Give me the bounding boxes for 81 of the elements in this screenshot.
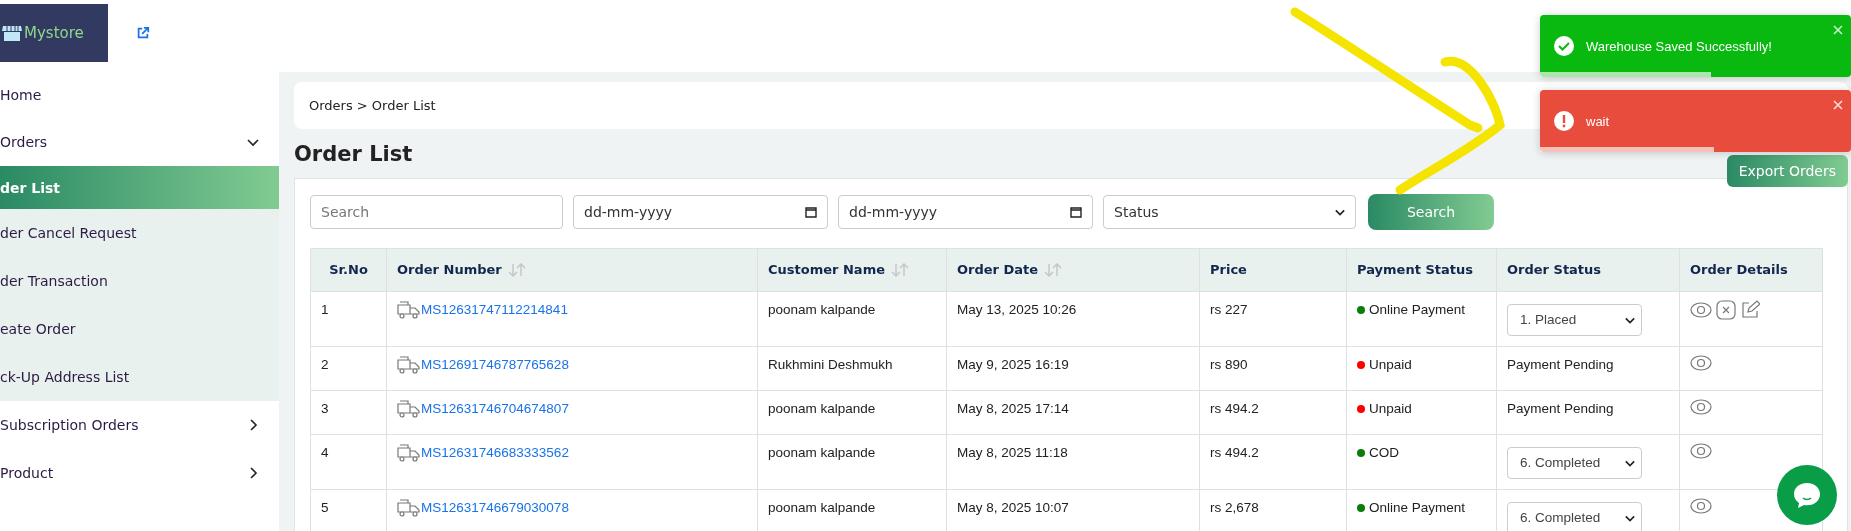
order-number-link[interactable]: MS12631746683333562 [421, 443, 569, 463]
sidebar-item[interactable]: Product [0, 449, 279, 497]
order-status-dropdown[interactable]: 6. Completed [1507, 447, 1642, 479]
table-cell: rs 494.2 [1199, 390, 1347, 435]
column-header: Customer Name [757, 248, 947, 292]
payment-status: Online Payment [1369, 499, 1466, 517]
close-icon[interactable] [1716, 300, 1736, 320]
truck-icon [397, 444, 421, 462]
sidebar-item[interactable]: Orders [0, 118, 279, 166]
table-cell: 2 [310, 346, 387, 391]
edit-icon[interactable] [1740, 300, 1760, 320]
table-cell: May 13, 2025 10:26 [946, 291, 1200, 347]
date-field[interactable]: dd-mm-yyyy [573, 195, 828, 229]
sidebar-subitem[interactable]: der Transaction [0, 257, 279, 305]
eye-icon[interactable] [1690, 443, 1712, 459]
column-header: Payment Status [1346, 248, 1497, 292]
table-cell: May 8, 2025 17:14 [946, 390, 1200, 435]
payment-status: COD [1369, 444, 1399, 462]
table-cell: poonam kalpande [757, 434, 947, 490]
table-cell: 4 [310, 434, 387, 490]
column-header: Order Status [1496, 248, 1680, 292]
truck-icon [397, 301, 421, 319]
order-number-link[interactable]: MS12631747112214841 [421, 300, 568, 320]
sidebar-item[interactable]: Subscription Orders [0, 401, 279, 449]
table-cell: 1 [310, 291, 387, 347]
column-header: Price [1199, 248, 1347, 292]
calendar-icon [1070, 206, 1082, 218]
table-cell: 5 [310, 489, 387, 531]
sidebar-subitem[interactable]: eate Order [0, 305, 279, 353]
column-header: Sr.No [310, 248, 387, 292]
eye-icon[interactable] [1690, 498, 1712, 514]
chevron-icon [1625, 315, 1635, 325]
eye-icon[interactable] [1690, 399, 1712, 415]
sidebar-subitem[interactable]: der Cancel Request [0, 209, 279, 257]
table-cell: poonam kalpande [757, 291, 947, 347]
order-number-link[interactable]: MS12691746787765628 [421, 355, 569, 375]
page-title: Order List [294, 142, 413, 166]
calendar-icon [805, 206, 817, 218]
order-status-dropdown[interactable]: 1. Placed [1507, 304, 1642, 336]
search-field[interactable]: Search [310, 195, 563, 229]
truck-icon [397, 499, 421, 517]
order-status-dropdown[interactable]: 6. Completed [1507, 502, 1642, 531]
alert-circle-icon [1554, 111, 1574, 131]
payment-status: Unpaid [1369, 400, 1412, 418]
order-status: Payment Pending [1507, 401, 1614, 416]
storefront-icon [2, 25, 22, 41]
table-cell: rs 494.2 [1199, 434, 1347, 490]
column-header: Order Number [386, 248, 758, 292]
toast-message: Warehouse Saved Successfully! [1586, 38, 1772, 54]
chevron-icon [1625, 513, 1635, 523]
date-field[interactable]: dd-mm-yyyy [838, 195, 1093, 229]
table-cell: 3 [310, 390, 387, 435]
store-logo[interactable]: Mystore [0, 4, 108, 62]
sidebar-subitem[interactable]: ck-Up Address List [0, 353, 279, 401]
truck-icon [397, 400, 421, 418]
chevron-icon [1335, 207, 1345, 217]
check-circle-icon [1554, 36, 1574, 56]
payment-status: Unpaid [1369, 356, 1412, 374]
sidebar-item[interactable]: Home [0, 72, 279, 118]
column-header: Order Date [946, 248, 1200, 292]
eye-icon[interactable] [1690, 355, 1712, 371]
order-number-link[interactable]: MS12631746704674807 [421, 399, 569, 419]
table-cell: Rukhmini Deshmukh [757, 346, 947, 391]
chat-bubble-icon [1792, 481, 1822, 509]
chevron-icon [1625, 458, 1635, 468]
table-cell: May 8, 2025 11:18 [946, 434, 1200, 490]
payment-status: Online Payment [1369, 301, 1466, 319]
table-cell: poonam kalpande [757, 390, 947, 435]
order-status: Payment Pending [1507, 357, 1614, 372]
column-header: Order Details [1679, 248, 1823, 292]
sidebar-subitem[interactable]: der List [0, 166, 279, 209]
table-cell: May 9, 2025 16:19 [946, 346, 1200, 391]
eye-icon[interactable] [1690, 302, 1712, 318]
truck-icon [397, 356, 421, 374]
store-name: Mystore [24, 24, 84, 42]
table-cell: rs 890 [1199, 346, 1347, 391]
toast-message: wait [1586, 113, 1610, 129]
external-link-icon[interactable] [136, 26, 150, 40]
order-number-link[interactable]: MS12631746679030078 [421, 498, 569, 518]
status-dropdown[interactable]: Status [1103, 195, 1356, 229]
table-cell: rs 227 [1199, 291, 1347, 347]
